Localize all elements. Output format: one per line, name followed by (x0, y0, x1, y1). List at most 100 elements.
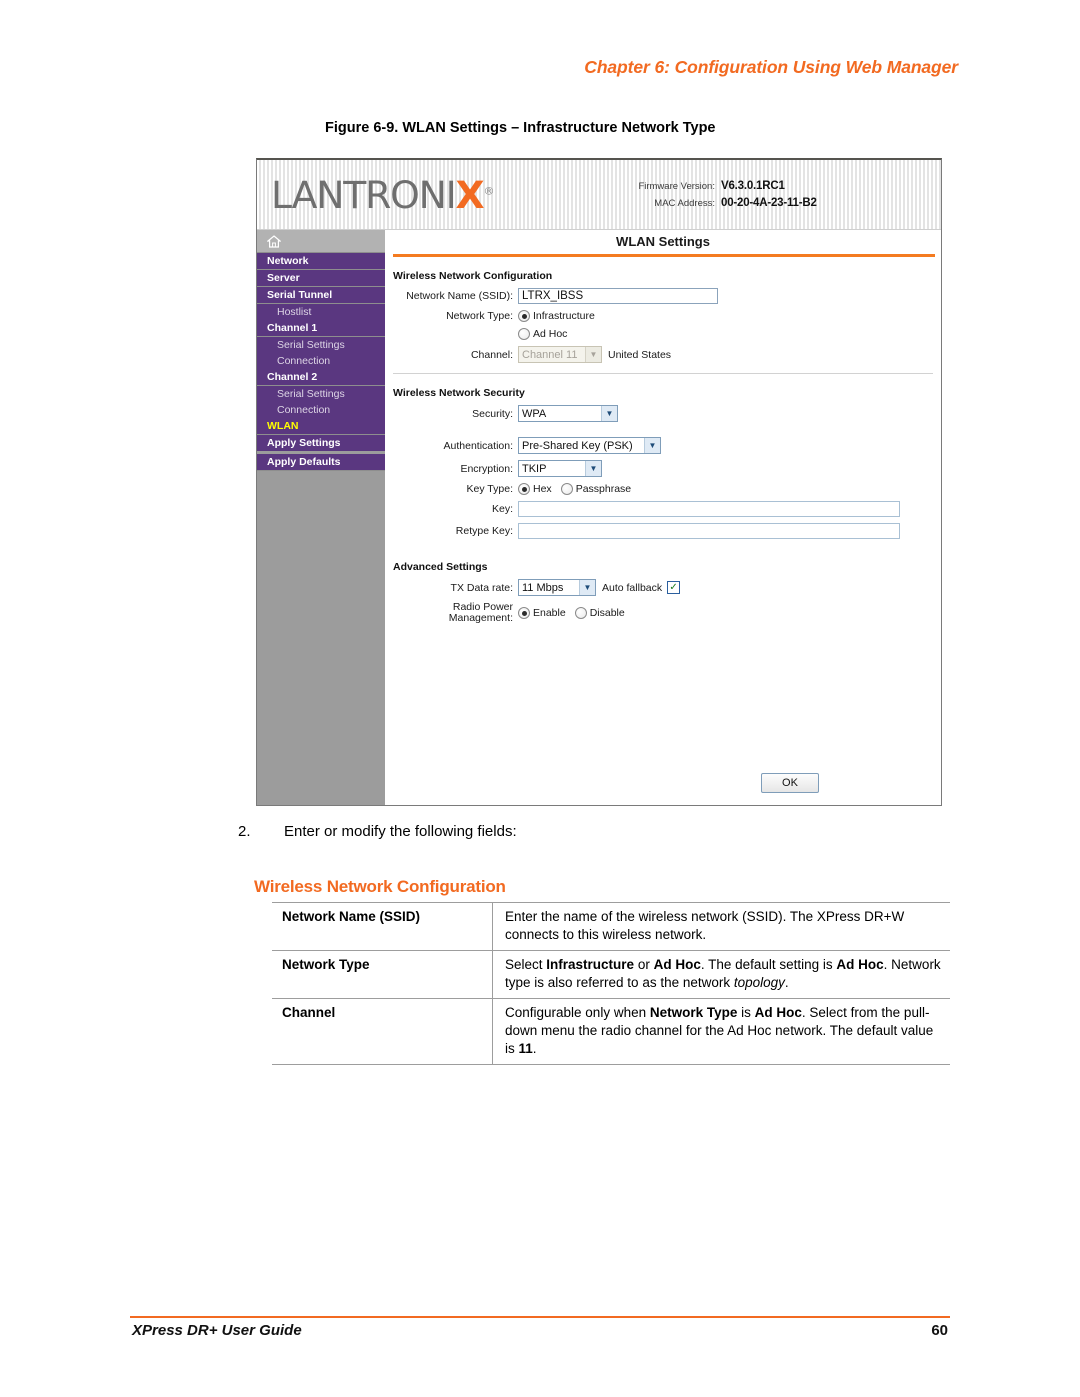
field-term: Network Type (272, 950, 493, 999)
radio-dot-enable (518, 607, 530, 619)
firmware-version-value: V6.3.0.1RC1 (721, 180, 785, 192)
radio-dot-disable (574, 607, 587, 619)
sidebar-item-server[interactable]: Server (257, 270, 385, 287)
sidebar-item-label: Serial Settings (277, 388, 345, 400)
sidebar-item-connection[interactable]: Connection (257, 402, 385, 418)
step-item: 2. Enter or modify the following fields: (238, 823, 517, 840)
sidebar-item-serial-settings[interactable]: Serial Settings (257, 386, 385, 402)
firmware-version-row: Firmware Version: V6.3.0.1RC1 (607, 180, 907, 192)
sidebar-item-list: Network Server Serial Tunnel Hostlist Channe… (257, 253, 385, 471)
step-number: 2. (238, 823, 251, 840)
encryption-select-value: TKIP (522, 462, 547, 475)
field-description: Enter the name of the wireless network (… (492, 902, 950, 951)
radio-dot-ad-hoc (518, 328, 530, 340)
web-manager-content: WLAN Settings Wireless Network Configura… (385, 230, 941, 805)
sidebar-item-hostlist[interactable]: Hostlist (257, 304, 385, 320)
lantronix-logo: LANTRONIX® (271, 174, 495, 217)
security-select[interactable]: WPA ▼ (518, 405, 618, 422)
radio-key-type-hex[interactable]: Hex (518, 483, 552, 495)
security-select-value: WPA (522, 407, 547, 420)
sidebar-nav: Network Server Serial Tunnel Hostlist Channe… (257, 230, 385, 805)
tx-data-rate-value: 11 Mbps (522, 581, 564, 594)
field-description: Select Infrastructure or Ad Hoc. The def… (492, 950, 950, 999)
table-row: Network Type Select Infrastructure or Ad … (272, 950, 950, 999)
radio-label-disable: Disable (589, 607, 625, 619)
sidebar-item-label: Channel 2 (267, 371, 318, 383)
channel-label: Channel: (470, 348, 513, 361)
radio-label-passphrase: Passphrase (575, 483, 632, 495)
radio-power-enable[interactable]: Enable (518, 607, 566, 619)
radio-power-disable[interactable]: Disable (574, 607, 625, 619)
section-divider-1 (393, 373, 933, 374)
authentication-label: Authentication: (443, 439, 513, 452)
radio-label-hex: Hex (533, 483, 552, 495)
mac-address-value: 00-20-4A-23-11-B2 (721, 197, 817, 209)
firmware-version-label: Firmware Version: (638, 181, 715, 192)
sidebar-item-wlan[interactable]: WLAN (257, 418, 385, 435)
security-label: Security: (472, 407, 513, 420)
sidebar-item-label: Hostlist (277, 306, 312, 318)
ssid-label: Network Name (SSID): (406, 290, 513, 302)
section-wireless-network-security-title: Wireless Network Security (393, 387, 525, 399)
field-row-encryption: Encryption: TKIP ▼ (385, 460, 941, 477)
web-manager-screenshot: LANTRONIX® Firmware Version: V6.3.0.1RC1… (256, 158, 942, 806)
sidebar-item-apply-settings[interactable]: Apply Settings (257, 435, 385, 454)
authentication-select[interactable]: Pre-Shared Key (PSK) ▼ (518, 437, 661, 454)
encryption-select[interactable]: TKIP ▼ (518, 460, 602, 477)
title-divider (393, 254, 935, 257)
sidebar-item-serial-settings[interactable]: Serial Settings (257, 337, 385, 353)
key-type-label: Key Type: (466, 483, 513, 495)
footer-divider (130, 1316, 950, 1318)
mac-address-label: MAC Address: (654, 198, 715, 209)
chevron-down-icon: ▼ (585, 347, 601, 362)
sidebar-item-apply-defaults[interactable]: Apply Defaults (257, 454, 385, 471)
home-icon (267, 234, 281, 248)
tx-data-rate-label: TX Data rate: (450, 581, 513, 594)
key-input[interactable] (518, 501, 900, 517)
step-text: Enter or modify the following fields: (284, 823, 517, 840)
ssid-input[interactable] (518, 288, 718, 304)
radio-label-infrastructure: Infrastructure (533, 310, 595, 322)
sidebar-item-label: Channel 1 (267, 322, 318, 334)
radio-label-enable: Enable (533, 607, 566, 619)
radio-network-type-ad-hoc[interactable]: Ad Hoc (518, 328, 567, 340)
sidebar-item-label: Apply Defaults (267, 456, 341, 468)
retype-key-label: Retype Key: (455, 525, 513, 537)
radio-dot-hex (518, 483, 530, 495)
table-row: Channel Configurable only when Network Ty… (272, 998, 950, 1065)
footer-page-number: 60 (931, 1322, 948, 1339)
sidebar-item-label: Connection (277, 404, 331, 416)
field-row-radio-power-management: Radio Power Management: Enable Disable (385, 602, 941, 624)
auto-fallback-label: Auto fallback (602, 581, 663, 594)
field-row-retype-key: Retype Key: (385, 523, 941, 539)
retype-key-input[interactable] (518, 523, 900, 539)
sidebar-item-channel-2[interactable]: Channel 2 (257, 369, 385, 386)
field-row-tx-data-rate: TX Data rate: 11 Mbps ▼ Auto fallback ✓ (385, 579, 941, 596)
sidebar-item-serial-tunnel[interactable]: Serial Tunnel (257, 287, 385, 304)
channel-select[interactable]: Channel 11 ▼ (518, 346, 602, 363)
mac-address-row: MAC Address: 00-20-4A-23-11-B2 (607, 197, 907, 209)
section-advanced-settings-title: Advanced Settings (393, 561, 488, 573)
encryption-label: Encryption: (460, 462, 513, 475)
chevron-down-icon: ▼ (601, 406, 617, 421)
logo-registered-mark: ® (483, 184, 494, 198)
tx-data-rate-select[interactable]: 11 Mbps ▼ (518, 579, 596, 596)
auto-fallback-checkbox[interactable]: ✓ (667, 581, 681, 594)
figure-caption: Figure 6-9. WLAN Settings – Infrastructu… (325, 120, 716, 136)
field-description: Configurable only when Network Type is A… (492, 998, 950, 1065)
field-row-network-type: Network Type: Infrastructure (385, 310, 941, 322)
sidebar-item-label: WLAN (267, 420, 299, 432)
ok-button[interactable]: OK (761, 773, 819, 793)
sidebar-item-connection[interactable]: Connection (257, 353, 385, 369)
radio-network-type-infrastructure[interactable]: Infrastructure (518, 310, 595, 322)
field-term: Network Name (SSID) (272, 902, 493, 951)
field-description-table: Network Name (SSID) Enter the name of the… (272, 902, 950, 1065)
web-manager-body: Network Server Serial Tunnel Hostlist Channe… (257, 230, 941, 805)
sidebar-item-network[interactable]: Network (257, 253, 385, 270)
table-row: Network Name (SSID) Enter the name of the… (272, 902, 950, 951)
chevron-down-icon: ▼ (579, 580, 595, 595)
sidebar-item-channel-1[interactable]: Channel 1 (257, 320, 385, 337)
sidebar-item-home[interactable] (257, 230, 385, 253)
sidebar-item-label: Serial Settings (277, 339, 345, 351)
radio-key-type-passphrase[interactable]: Passphrase (560, 483, 632, 495)
